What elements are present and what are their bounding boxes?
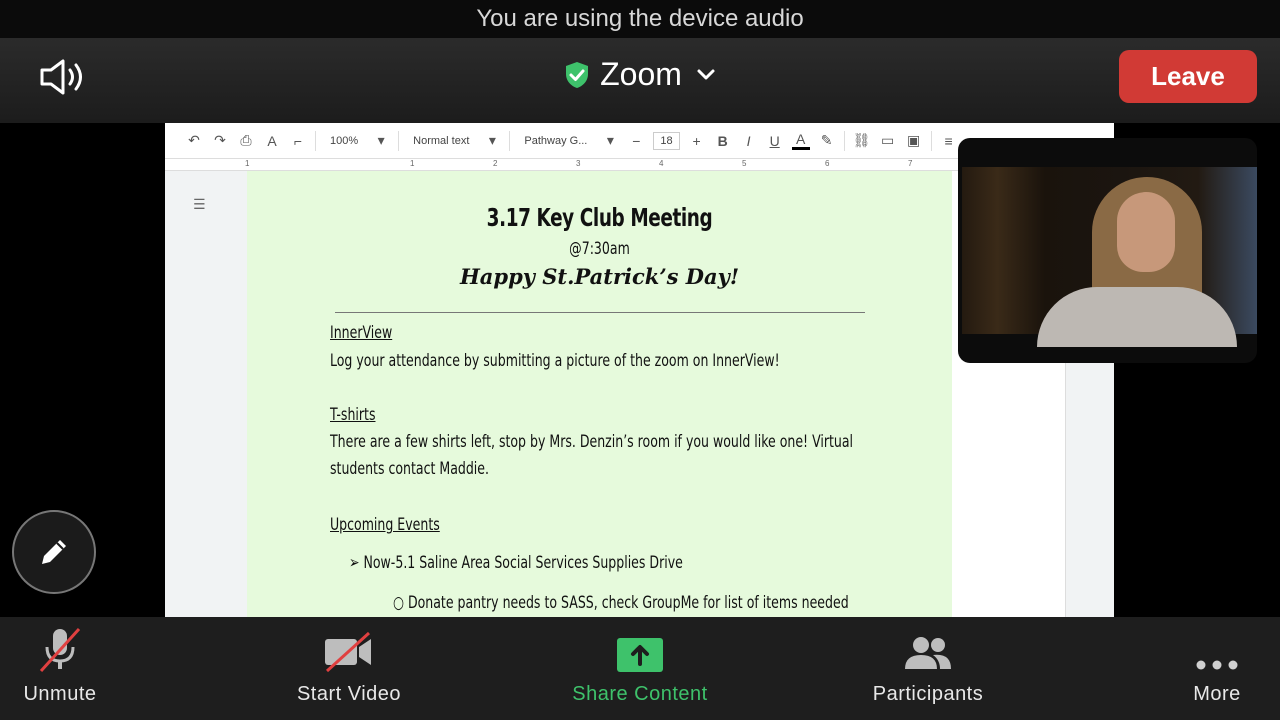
list-item: ➢ Now-5.1 Saline Area Social Services Su… [349,553,683,573]
caret-down-icon: ▾ [377,132,385,148]
meeting-title-dropdown[interactable]: Zoom [0,56,1280,93]
video-off-icon [279,617,419,677]
zoom-select: 100% [330,134,359,147]
minus-icon: − [632,132,641,149]
toolbar-divider [398,130,400,151]
pencil-icon [42,540,66,564]
doc-title: 3.17 Key Club Meeting [486,203,713,232]
list-item-text: Now-5.1 Saline Area Social Services Supp… [363,553,683,573]
section-heading: InnerView [330,323,393,343]
list-item-text: Donate pantry needs to SASS, check Group… [407,593,849,613]
section-body: Log your attendance by submitting a pict… [330,351,780,371]
participant-face [1117,192,1175,272]
participant-body [1037,287,1237,347]
more-label: More [1193,683,1241,705]
font-size-field: 18 [653,131,680,150]
share-content-button[interactable]: Share Content [560,617,720,720]
doc-page [247,171,952,617]
link-icon: ⛓ [852,132,871,148]
comment-icon: ▭ [881,132,895,148]
muted-mic-icon [15,617,105,677]
italic-icon: I [746,132,751,149]
share-content-label: Share Content [572,683,708,705]
align-icon: ≡ [944,132,953,149]
doc-time: @7:30am [569,239,630,259]
text-color-icon: A [791,131,810,150]
meeting-title: Zoom [600,56,682,92]
bold-icon: B [717,132,728,149]
start-video-button[interactable]: Start Video [279,617,419,720]
list-item: ○ Donate pantry needs to SASS, check Gro… [393,593,849,613]
underline-icon: U [769,132,780,149]
participants-button[interactable]: Participants [858,617,998,720]
participants-label: Participants [872,683,984,705]
paint-format-icon: ⌐ [293,132,303,149]
toolbar-divider [930,130,932,151]
ruler-tick: 4 [659,159,664,168]
section-heading: T-shirts [330,405,376,425]
plus-icon: + [692,132,701,149]
leave-button[interactable]: Leave [1119,50,1257,103]
toolbar-divider [843,130,845,151]
ruler-tick: 6 [825,159,830,168]
participants-icon [858,617,998,677]
section-heading: Upcoming Events [330,515,440,535]
meeting-header: Zoom Leave [0,38,1280,123]
share-arrow-icon [560,617,720,677]
toolbar-divider [509,130,511,151]
horizontal-rule [335,312,865,313]
image-icon: ▣ [907,132,921,148]
caret-down-icon: ▾ [488,132,496,148]
ruler-tick: 2 [493,159,498,168]
toolbar-divider [315,130,316,151]
caret-down-icon: ▾ [606,132,614,148]
arrow-bullet-icon: ➢ [349,553,364,573]
section-body: There are a few shirts left, stop by Mrs… [330,432,854,452]
undo-icon: ↶ [188,132,200,148]
spellcheck-icon: A [267,132,277,149]
font-select: Pathway G... [524,134,588,147]
audio-banner: You are using the device audio [0,0,1280,38]
self-video-tile[interactable] [958,138,1257,363]
redo-icon: ↷ [214,132,226,148]
ruler-tick: 3 [576,159,581,168]
ruler-tick: 7 [908,159,913,168]
more-button[interactable]: More [1177,617,1257,720]
doc-greeting: Happy St.Patrick’s Day! [459,264,740,289]
ellipsis-icon [1177,617,1257,677]
highlight-icon: ✎ [820,132,833,148]
meeting-controls: Unmute Start Video Share Content Partici… [0,617,1280,720]
camera-feed [962,167,1257,347]
circle-bullet-icon: ○ [393,593,408,613]
audio-banner-text: You are using the device audio [476,5,804,32]
ruler-tick: 1 [410,159,415,168]
ruler-tick: 1 [245,159,250,168]
print-icon: ⎙ [240,132,252,148]
shield-check-icon [566,61,589,88]
annotate-button[interactable] [12,510,96,594]
unmute-label: Unmute [23,683,97,705]
ruler-tick: 5 [742,159,747,168]
section-body: students contact Maddie. [330,459,489,479]
chevron-down-icon [697,69,715,79]
style-select: Normal text [413,134,470,147]
start-video-label: Start Video [296,683,402,705]
document-outline-icon: ☰ [193,196,206,212]
unmute-button[interactable]: Unmute [15,617,105,720]
